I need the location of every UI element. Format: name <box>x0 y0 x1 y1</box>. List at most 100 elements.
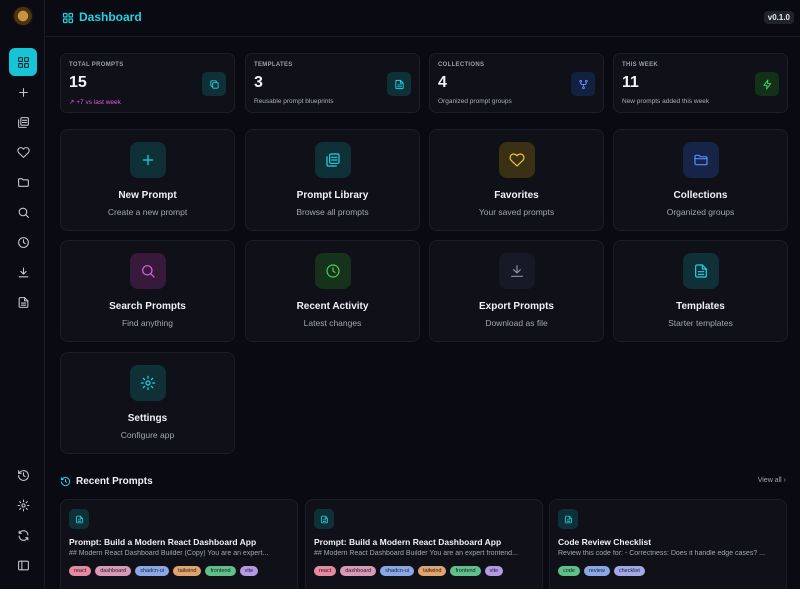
view-all-link[interactable]: View all › <box>758 477 786 484</box>
sidebar-item-collections[interactable] <box>9 168 37 196</box>
action-title: Prompt Library <box>296 190 369 201</box>
sidebar-item-collapse[interactable] <box>9 551 37 579</box>
app-logo <box>12 6 34 26</box>
action-card-export-prompts[interactable]: Export Prompts Download as file <box>429 240 604 342</box>
folder-icon <box>683 142 719 178</box>
clock-icon <box>17 236 29 248</box>
stat-label: TEMPLATES <box>254 62 293 68</box>
tag-list: code review checklist <box>558 566 645 576</box>
clock-icon <box>315 253 351 289</box>
prompt-title: Prompt: Build a Modern React Dashboard A… <box>314 537 502 547</box>
tag-chip[interactable]: react <box>69 566 92 576</box>
file-icon <box>683 253 719 289</box>
tag-chip[interactable]: react <box>314 566 337 576</box>
bolt-icon <box>755 72 779 96</box>
section-title: Recent Prompts <box>76 476 153 487</box>
sidebar-item-new-prompt[interactable] <box>9 78 37 106</box>
sidebar <box>0 0 45 589</box>
tag-chip[interactable]: dashboard <box>340 566 377 576</box>
action-subtitle: Starter templates <box>668 318 733 328</box>
file-icon <box>18 296 28 308</box>
stat-trend: ↗ +7 vs last week <box>69 99 121 106</box>
tag-chip[interactable]: vite <box>239 566 259 576</box>
sidebar-item-library[interactable] <box>9 108 37 136</box>
sidebar-item-history[interactable] <box>9 461 37 489</box>
action-title: Favorites <box>494 190 539 201</box>
sidebar-item-export[interactable] <box>9 258 37 286</box>
plus-icon <box>130 142 166 178</box>
heart-icon <box>16 146 30 158</box>
action-card-templates[interactable]: Templates Starter templates <box>613 240 788 342</box>
action-title: Search Prompts <box>109 301 186 312</box>
grid-icon <box>17 56 29 68</box>
search-icon <box>130 253 166 289</box>
version-badge: v0.1.0 <box>763 11 794 24</box>
action-subtitle: Latest changes <box>303 318 362 328</box>
plus-icon <box>18 87 28 97</box>
stat-sub: New prompts added this week <box>622 98 710 105</box>
stat-card-templates: TEMPLATES 3 Reusable prompt blueprints <box>245 53 420 113</box>
tag-chip[interactable]: tailwind <box>418 566 447 576</box>
recent-prompts-heading: Recent Prompts <box>60 476 153 487</box>
action-title: Export Prompts <box>478 301 554 312</box>
sidebar-item-search[interactable] <box>9 198 37 226</box>
action-card-recent-activity[interactable]: Recent Activity Latest changes <box>245 240 420 342</box>
prompt-description: Review this code for: - Correctness: Doe… <box>558 550 765 557</box>
action-subtitle: Your saved prompts <box>478 207 555 217</box>
tag-list: react dashboard shadcn-ui tailwind frontend v… <box>69 566 259 576</box>
tag-chip[interactable]: vite <box>484 566 504 576</box>
file-icon <box>69 509 89 529</box>
action-card-prompt-library[interactable]: Prompt Library Browse all prompts <box>245 129 420 231</box>
chevron-right-icon: › <box>783 477 786 484</box>
sidebar-item-dashboard[interactable] <box>9 48 37 76</box>
sidebar-item-templates[interactable] <box>9 288 37 316</box>
tag-chip[interactable]: dashboard <box>95 566 132 576</box>
stat-card-total-prompts: TOTAL PROMPTS 15 ↗ +7 vs last week <box>60 53 235 113</box>
action-card-settings[interactable]: Settings Configure app <box>60 352 235 454</box>
tag-chip[interactable]: code <box>558 566 580 576</box>
tag-chip[interactable]: frontend <box>205 566 236 576</box>
action-title: Settings <box>127 413 168 424</box>
folder-icon <box>17 177 29 187</box>
search-icon <box>18 207 29 218</box>
tag-chip[interactable]: tailwind <box>173 566 202 576</box>
stat-value: 15 <box>69 74 87 91</box>
sidebar-item-sync[interactable] <box>9 521 37 549</box>
stat-card-collections: COLLECTIONS 4 Organized prompt groups <box>429 53 604 113</box>
recent-prompt-card[interactable]: Prompt: Build a Modern React Dashboard A… <box>305 499 543 589</box>
action-title: New Prompt <box>118 190 177 201</box>
sidebar-item-recent[interactable] <box>9 228 37 256</box>
gear-icon <box>17 499 29 511</box>
stat-sub: Organized prompt groups <box>438 98 512 105</box>
tag-chip[interactable]: shadcn-ui <box>380 566 415 576</box>
prompt-title: Code Review Checklist <box>558 537 652 547</box>
stat-card-this-week: THIS WEEK 11 New prompts added this week <box>613 53 788 113</box>
action-title: Recent Activity <box>296 301 369 312</box>
action-title: Templates <box>676 301 725 312</box>
stat-sub: Reusable prompt blueprints <box>254 98 334 105</box>
recent-prompt-card[interactable]: Prompt: Build a Modern React Dashboard A… <box>60 499 298 589</box>
action-subtitle: Browse all prompts <box>296 207 369 217</box>
action-card-collections[interactable]: Collections Organized groups <box>613 129 788 231</box>
action-card-search-prompts[interactable]: Search Prompts Find anything <box>60 240 235 342</box>
action-card-favorites[interactable]: Favorites Your saved prompts <box>429 129 604 231</box>
prompt-title: Prompt: Build a Modern React Dashboard A… <box>69 537 257 547</box>
tag-chip[interactable]: checklist <box>613 566 645 576</box>
prompt-description: ## Modern React Dashboard Builder You ar… <box>314 550 518 557</box>
sidebar-item-favorites[interactable] <box>9 138 37 166</box>
sidebar-item-settings[interactable] <box>9 491 37 519</box>
stat-label: TOTAL PROMPTS <box>69 62 124 68</box>
library-icon <box>17 116 29 128</box>
action-title: Collections <box>673 190 728 201</box>
stat-value: 3 <box>254 74 263 91</box>
recent-prompt-card[interactable]: Code Review Checklist Review this code f… <box>549 499 787 589</box>
grid-icon <box>62 11 74 24</box>
file-icon <box>558 509 578 529</box>
library-icon <box>315 142 351 178</box>
tag-chip[interactable]: shadcn-ui <box>135 566 170 576</box>
tag-chip[interactable]: frontend <box>450 566 481 576</box>
tag-list: react dashboard shadcn-ui tailwind frontend v… <box>314 566 504 576</box>
action-subtitle: Find anything <box>121 318 174 328</box>
tag-chip[interactable]: review <box>583 566 610 576</box>
action-card-new-prompt[interactable]: New Prompt Create a new prompt <box>60 129 235 231</box>
